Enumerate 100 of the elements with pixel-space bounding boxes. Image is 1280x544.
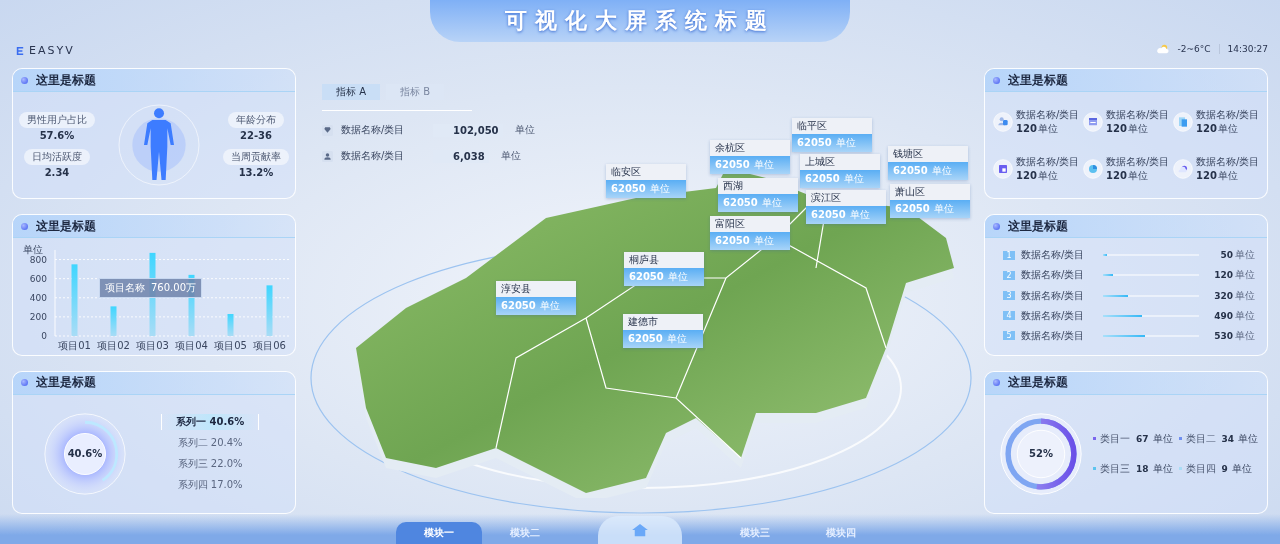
rank-label: 数据名称/类目 bbox=[1021, 248, 1086, 263]
region-value: 62050 bbox=[895, 203, 930, 214]
stat-label: 当周贡献率 bbox=[223, 149, 289, 166]
panel-title: 这里是标题 bbox=[1008, 374, 1068, 392]
unit-text: 单位 bbox=[761, 196, 782, 210]
stat-label: 数据名称/类目 bbox=[1016, 154, 1080, 169]
temperature-text: -2~6°C bbox=[1177, 44, 1211, 54]
legend-item[interactable]: 系列三 22.0% bbox=[163, 456, 257, 473]
metric-tab[interactable]: 指标 A bbox=[322, 84, 380, 100]
home-button[interactable] bbox=[598, 516, 682, 544]
unit-text: 单位 bbox=[666, 332, 687, 346]
stat-value: 120 bbox=[1016, 169, 1037, 181]
stat-value: 120 bbox=[1106, 169, 1127, 181]
unit-text: 单位 bbox=[500, 149, 521, 163]
legend-item[interactable]: 系列二 20.4% bbox=[163, 435, 257, 452]
rank-badge: 4 bbox=[1003, 311, 1015, 321]
legend-item[interactable]: 系列四 17.0% bbox=[163, 477, 257, 494]
unit-text: 单位 bbox=[1235, 288, 1255, 303]
legend-value: 9 bbox=[1221, 463, 1228, 474]
legend-label: 类目一 bbox=[1100, 431, 1130, 446]
bar bbox=[266, 285, 273, 337]
unit-text: 单位 bbox=[1127, 168, 1148, 183]
stat-value: 22-36 bbox=[240, 130, 272, 142]
dot-icon bbox=[21, 222, 28, 230]
stat-label: 数据名称/类目 bbox=[1106, 107, 1170, 122]
legend-label: 类目二 bbox=[1185, 431, 1216, 446]
stat-value: 120 bbox=[1016, 122, 1037, 134]
dot-icon bbox=[21, 76, 28, 84]
logo-icon bbox=[16, 45, 24, 56]
region-name: 滨江区 bbox=[806, 190, 886, 206]
unit-text: 单位 bbox=[753, 234, 774, 248]
unit-text: 单位 bbox=[1235, 328, 1255, 343]
region-value: 62050 bbox=[628, 333, 663, 344]
pie-chart-icon bbox=[1083, 158, 1103, 179]
unit-text: 单位 bbox=[1235, 248, 1255, 263]
dot-icon bbox=[21, 379, 28, 387]
axis-label: 单位 bbox=[23, 244, 43, 256]
donut-value: 40.6% bbox=[67, 448, 103, 460]
stat-value: 120 bbox=[1196, 169, 1217, 181]
unit-text: 单位 bbox=[931, 164, 952, 178]
rank-label: 数据名称/类目 bbox=[1021, 308, 1086, 323]
region-value: 62050 bbox=[715, 235, 750, 246]
bar bbox=[110, 306, 117, 337]
cloud-icon bbox=[1173, 158, 1193, 179]
tick-label: 600 bbox=[29, 274, 47, 285]
dot-icon bbox=[993, 379, 1000, 387]
diamond-icon bbox=[322, 124, 333, 136]
unit-text: 单位 bbox=[1152, 461, 1173, 476]
window-icon bbox=[993, 158, 1013, 179]
unit-text: 单位 bbox=[849, 208, 870, 222]
unit-text: 单位 bbox=[1235, 308, 1255, 323]
home-icon bbox=[631, 523, 649, 537]
region-name: 萧山区 bbox=[890, 184, 970, 200]
rank-badge: 5 bbox=[1003, 331, 1015, 341]
tick-label: 0 bbox=[41, 331, 47, 342]
panel-title: 这里是标题 bbox=[36, 217, 96, 235]
legend-value: 67 bbox=[1136, 433, 1149, 444]
tick-label: 800 bbox=[29, 254, 47, 265]
stat-label: 年龄分布 bbox=[228, 112, 284, 129]
users-icon bbox=[993, 111, 1013, 132]
region-value: 62050 bbox=[629, 271, 664, 282]
nav-tab[interactable]: 模块一 bbox=[396, 522, 482, 544]
legend-value: 18 bbox=[1136, 463, 1149, 474]
clock-text: 14:30:27 bbox=[1227, 44, 1268, 54]
logo-text: EASYV bbox=[29, 44, 75, 57]
cloud-sun-icon bbox=[1155, 44, 1170, 54]
tick-label: 400 bbox=[29, 293, 47, 304]
calendar-icon bbox=[1083, 111, 1103, 132]
panel-title: 这里是标题 bbox=[36, 71, 96, 89]
title-banner: 可视化大屏系统标题 bbox=[430, 0, 850, 42]
rank-badge: 1 bbox=[1003, 250, 1015, 260]
rank-value: 120 bbox=[1214, 270, 1233, 281]
dot-icon bbox=[993, 76, 1000, 84]
rank-badge: 3 bbox=[1003, 291, 1015, 300]
dot-icon bbox=[993, 222, 1000, 230]
rank-label: 数据名称/类目 bbox=[1021, 268, 1086, 283]
rank-value: 490 bbox=[1214, 310, 1233, 321]
panel-title: 这里是标题 bbox=[1008, 217, 1068, 235]
region-value: 62050 bbox=[715, 159, 750, 170]
legend-label: 类目三 bbox=[1100, 461, 1130, 476]
region-name: 上城区 bbox=[800, 154, 880, 170]
region-name: 临平区 bbox=[792, 118, 872, 134]
unit-text: 单位 bbox=[1231, 461, 1252, 476]
unit-text: 单位 bbox=[753, 158, 774, 172]
region-value: 62050 bbox=[797, 137, 832, 148]
category-label: 项目03 bbox=[136, 340, 169, 352]
stat-label: 日均活跃度 bbox=[24, 149, 90, 166]
unit-text: 单位 bbox=[514, 123, 535, 137]
panel-title: 这里是标题 bbox=[36, 374, 96, 392]
unit-text: 单位 bbox=[933, 202, 954, 216]
rank-value: 50 bbox=[1220, 250, 1233, 261]
legend-item[interactable]: 系列一 40.6% bbox=[161, 414, 260, 431]
category-label: 项目04 bbox=[175, 340, 208, 352]
stat-value: 13.2% bbox=[238, 167, 274, 179]
stat-label: 数据名称/类目 bbox=[1106, 154, 1170, 169]
chart-tooltip: 项目名称 760.00万 bbox=[99, 278, 202, 299]
region-value: 62050 bbox=[501, 300, 536, 311]
document-icon bbox=[1173, 111, 1193, 132]
rank-label: 数据名称/类目 bbox=[1021, 288, 1086, 303]
region-name: 钱塘区 bbox=[888, 146, 968, 162]
